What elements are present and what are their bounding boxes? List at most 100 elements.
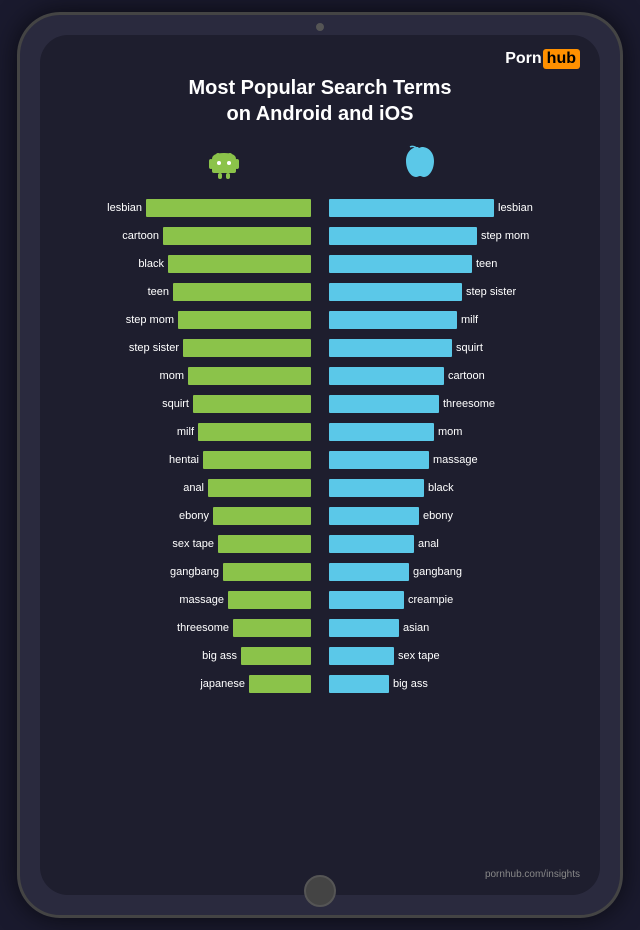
ios-label: big ass <box>393 678 448 690</box>
ios-bar <box>329 311 457 329</box>
android-bar <box>183 339 311 357</box>
ios-bar-row: step sister <box>325 279 580 305</box>
android-label: milf <box>139 426 194 438</box>
ios-bar <box>329 339 452 357</box>
ios-label: step mom <box>481 230 536 242</box>
apple-icon <box>402 145 434 189</box>
android-bar-row: gangbang <box>60 559 315 585</box>
android-bar-row: japanese <box>60 671 315 697</box>
logo-hub: hub <box>543 49 580 69</box>
ios-bar <box>329 423 434 441</box>
ios-bar <box>329 535 414 553</box>
android-icon <box>206 145 242 189</box>
ios-label: black <box>428 482 483 494</box>
ios-bar <box>329 227 477 245</box>
ios-bar <box>329 283 462 301</box>
ios-bar <box>329 367 444 385</box>
android-label: step mom <box>119 314 174 326</box>
ios-label: lesbian <box>498 202 553 214</box>
android-bar-row: milf <box>60 419 315 445</box>
android-bar-row: big ass <box>60 643 315 669</box>
android-label: gangbang <box>164 566 219 578</box>
android-label: massage <box>169 594 224 606</box>
ios-label: ebony <box>423 510 478 522</box>
android-bar <box>241 647 311 665</box>
ios-bar <box>329 479 424 497</box>
android-label: sex tape <box>159 538 214 550</box>
android-bar <box>193 395 311 413</box>
ios-bar-row: massage <box>325 447 580 473</box>
ios-bar-row: squirt <box>325 335 580 361</box>
android-bar-row: mom <box>60 363 315 389</box>
ios-label: mom <box>438 426 493 438</box>
ios-label: massage <box>433 454 488 466</box>
tablet: Pornhub Most Popular Search Terms on And… <box>20 15 620 915</box>
android-column: lesbian cartoon black teen step mom step… <box>60 194 320 864</box>
android-label: squirt <box>134 398 189 410</box>
ios-bar-row: cartoon <box>325 363 580 389</box>
android-bar <box>218 535 311 553</box>
android-label: japanese <box>190 678 245 690</box>
android-bar <box>198 423 311 441</box>
android-bar <box>203 451 311 469</box>
android-label: lesbian <box>87 202 142 214</box>
ios-bar-row: black <box>325 475 580 501</box>
ios-bar-row: lesbian <box>325 195 580 221</box>
ios-label: asian <box>403 622 458 634</box>
logo-porn: Porn <box>505 50 541 68</box>
ios-bar <box>329 563 409 581</box>
ios-label: step sister <box>466 286 521 298</box>
ios-label: teen <box>476 258 531 270</box>
ios-bar-row: milf <box>325 307 580 333</box>
ios-label: threesome <box>443 398 498 410</box>
title-section: Most Popular Search Terms on Android and… <box>55 75 585 127</box>
android-label: cartoon <box>104 230 159 242</box>
android-bar-row: squirt <box>60 391 315 417</box>
ios-bar-row: gangbang <box>325 559 580 585</box>
chart-container: lesbian cartoon black teen step mom step… <box>55 194 585 864</box>
android-bar <box>233 619 311 637</box>
ios-bar-row: ebony <box>325 503 580 529</box>
platform-icons <box>55 145 585 189</box>
android-bar-row: cartoon <box>60 223 315 249</box>
footer-url: pornhub.com/insights <box>485 869 580 880</box>
ios-bar-row: teen <box>325 251 580 277</box>
android-bar-row: ebony <box>60 503 315 529</box>
android-bar <box>213 507 311 525</box>
ios-bar-row: asian <box>325 615 580 641</box>
ios-bar <box>329 507 419 525</box>
android-bar <box>188 367 311 385</box>
android-label: hentai <box>144 454 199 466</box>
ios-label: anal <box>418 538 473 550</box>
ios-bar-row: creampie <box>325 587 580 613</box>
android-label: ebony <box>154 510 209 522</box>
android-bar-row: black <box>60 251 315 277</box>
android-bar <box>178 311 311 329</box>
home-button[interactable] <box>304 875 336 907</box>
ios-label: squirt <box>456 342 511 354</box>
ios-bar <box>329 199 494 217</box>
logo: Pornhub <box>505 49 580 69</box>
top-camera <box>316 23 324 31</box>
android-bar <box>173 283 311 301</box>
android-bar <box>223 563 311 581</box>
title-line1: Most Popular Search Terms <box>188 77 451 99</box>
android-bar-row: teen <box>60 279 315 305</box>
android-label: black <box>109 258 164 270</box>
ios-label: sex tape <box>398 650 453 662</box>
ios-bar <box>329 395 439 413</box>
ios-bar <box>329 255 472 273</box>
android-bar-row: step sister <box>60 335 315 361</box>
android-bar <box>146 199 311 217</box>
android-bar-row: lesbian <box>60 195 315 221</box>
android-label: big ass <box>182 650 237 662</box>
android-bar-row: sex tape <box>60 531 315 557</box>
android-label: step sister <box>124 342 179 354</box>
ios-column: lesbian step mom teen step sister milf s… <box>320 194 580 864</box>
ios-bar <box>329 619 399 637</box>
ios-label: milf <box>461 314 516 326</box>
android-bar-row: massage <box>60 587 315 613</box>
android-bar <box>168 255 311 273</box>
android-bar <box>249 675 311 693</box>
ios-label: cartoon <box>448 370 503 382</box>
